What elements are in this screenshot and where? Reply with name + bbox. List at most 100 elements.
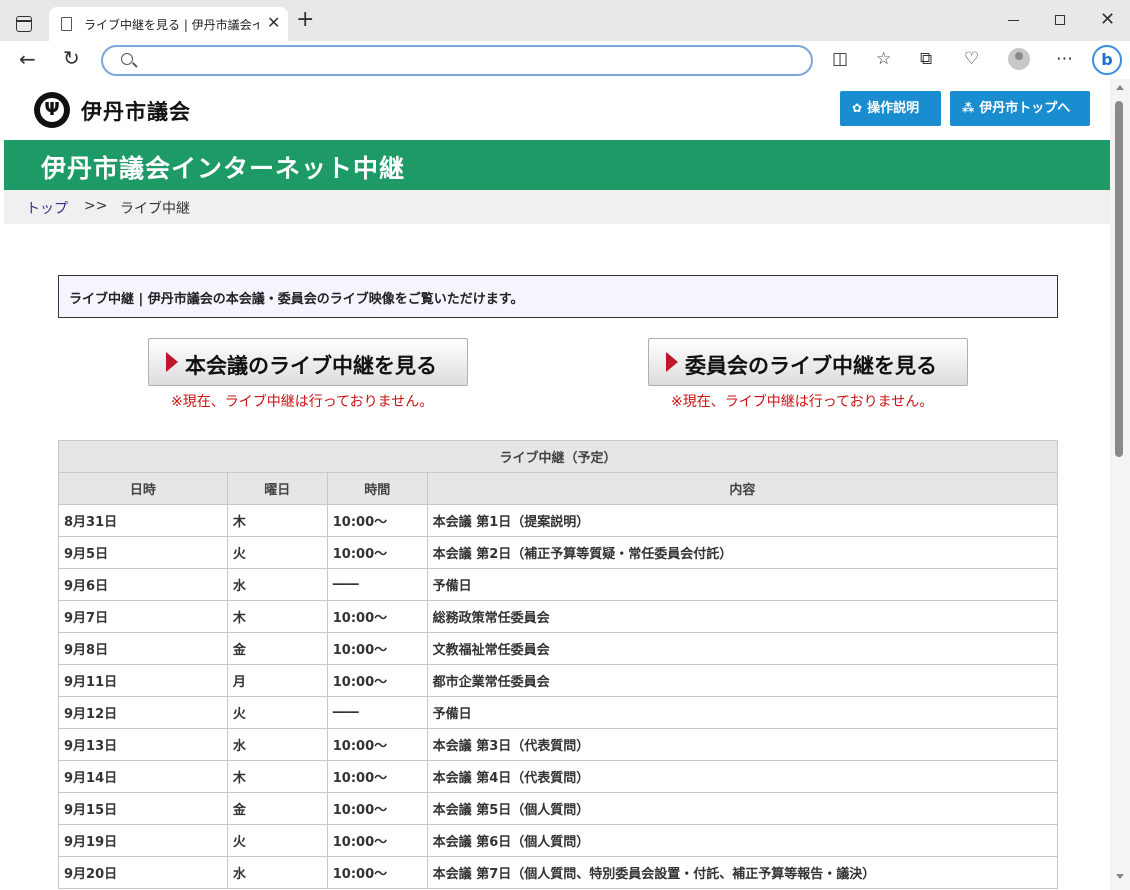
cell-weekday: 火 [226, 824, 328, 857]
play-triangle-icon [666, 352, 678, 372]
site-name[interactable]: 伊丹市議会 [81, 96, 191, 126]
browser-essentials-icon[interactable]: ♡ [964, 49, 979, 69]
cell-weekday: 金 [226, 632, 328, 665]
favorites-star-icon[interactable]: ☆ [876, 49, 891, 69]
cell-weekday: 水 [226, 568, 328, 601]
cell-time: 10:00～ [326, 760, 428, 793]
page-favicon-icon [61, 17, 72, 31]
minimize-icon[interactable] [1008, 20, 1019, 21]
cell-content: 予備日 [426, 568, 1059, 601]
cell-content: 本会議 第1日（提案説明） [426, 504, 1059, 537]
cell-weekday: 水 [226, 728, 328, 761]
more-menu-icon[interactable]: ⋯ [1056, 49, 1073, 69]
cell-weekday: 木 [226, 760, 328, 793]
cell-weekday: 月 [226, 664, 328, 697]
cell-date: 9月6日 [58, 568, 228, 601]
bing-copilot-icon[interactable]: b [1092, 45, 1122, 75]
scroll-up-arrow-icon[interactable] [1116, 85, 1124, 90]
cell-date: 9月5日 [58, 536, 228, 569]
cell-date: 9月11日 [58, 664, 228, 697]
cell-content: 都市企業常任委員会 [426, 664, 1059, 697]
cell-date: 8月31日 [58, 504, 228, 537]
table-row: 9月13日水 10:00～ 本会議 第3日（代表質問） [58, 728, 1059, 761]
browser-tab[interactable]: ライブ中継を見る | 伊丹市議会インタ ✕ [49, 7, 288, 41]
scroll-thumb[interactable] [1115, 101, 1123, 457]
table-row: 9月7日木 10:00～ 総務政策常任委員会 [58, 600, 1059, 633]
back-arrow-icon[interactable]: ← [19, 49, 36, 69]
cell-date: 9月7日 [58, 600, 228, 633]
cell-time: 10:00～ [326, 664, 428, 697]
cell-weekday: 火 [226, 536, 328, 569]
search-icon [121, 53, 133, 65]
gear-icon: ✿ [852, 101, 863, 115]
cell-weekday: 木 [226, 504, 328, 537]
maximize-icon[interactable] [1055, 15, 1065, 25]
schedule-body: 8月31日木 10:00～ 本会議 第1日（提案説明） 9月5日火 10:00～ 本会議 … [58, 504, 1059, 889]
window-close-icon[interactable]: ✕ [1100, 10, 1115, 30]
reload-icon[interactable]: ↻ [63, 48, 80, 68]
city-top-button-label: 伊丹市トップへ [979, 101, 1071, 116]
cell-date: 9月12日 [58, 696, 228, 729]
browser-toolbar: ← ↻ ◫ ☆ ⧉ ♡ ⋯ b [0, 41, 1130, 79]
tab-close-icon[interactable]: ✕ [267, 14, 280, 32]
breadcrumb: トップ >> ライブ中継 [4, 190, 1110, 224]
vertical-scrollbar[interactable] [1110, 79, 1130, 890]
cell-date: 9月20日 [58, 856, 228, 889]
table-row: 9月19日火 10:00～ 本会議 第6日（個人質問） [58, 824, 1059, 857]
cell-weekday: 火 [226, 696, 328, 729]
city-top-button[interactable]: ⁂ 伊丹市トップへ [950, 91, 1090, 126]
city-emblem-logo[interactable] [34, 92, 70, 128]
column-header-weekday: 曜日 [226, 472, 328, 505]
tab-actions-icon[interactable] [16, 16, 32, 32]
committee-live-button-label: 委員会のライブ中継を見る [685, 354, 937, 378]
tab-title: ライブ中継を見る | 伊丹市議会インタ [84, 18, 259, 32]
breadcrumb-separator: >> [84, 198, 108, 214]
play-triangle-icon [166, 352, 178, 372]
browser-tab-bar: ライブ中継を見る | 伊丹市議会インタ ✕ + ✕ [0, 0, 1130, 41]
profile-avatar[interactable] [1008, 48, 1030, 70]
cell-content: 本会議 第5日（個人質問） [426, 792, 1059, 825]
site-banner: 伊丹市議会インターネット中継 [4, 140, 1110, 190]
cell-weekday: 水 [226, 856, 328, 889]
cell-date: 9月15日 [58, 792, 228, 825]
cell-content: 本会議 第2日（補正予算等質疑・常任委員会付託） [426, 536, 1059, 569]
column-header-time: 時間 [326, 472, 428, 505]
committee-live-button[interactable]: 委員会のライブ中継を見る [648, 338, 968, 386]
help-button-label: 操作説明 [867, 101, 920, 116]
plenary-notice: ※現在、ライブ中継は行っておりません。 [171, 394, 434, 410]
live-schedule-table: ライブ中継（予定） 日時 曜日 時間 内容 8月31日木 10:00～ 本会議 第1… [58, 440, 1059, 889]
cell-weekday: 木 [226, 600, 328, 633]
cell-date: 9月13日 [58, 728, 228, 761]
table-row: 9月11日月 10:00～ 都市企業常任委員会 [58, 664, 1059, 697]
split-screen-icon[interactable]: ◫ [832, 49, 848, 69]
table-row: 9月20日水 10:00～ 本会議 第7日（個人質問、特別委員会設置・付託、補正予算… [58, 856, 1059, 889]
cell-content: 本会議 第3日（代表質問） [426, 728, 1059, 761]
table-row: 9月5日火 10:00～ 本会議 第2日（補正予算等質疑・常任委員会付託） [58, 536, 1059, 569]
address-bar[interactable] [101, 45, 813, 76]
cell-time: 10:00～ [326, 536, 428, 569]
cell-date: 9月19日 [58, 824, 228, 857]
cell-time: 10:00～ [326, 792, 428, 825]
cell-content: 総務政策常任委員会 [426, 600, 1059, 633]
plenary-live-button-label: 本会議のライブ中継を見る [185, 354, 437, 378]
intro-box: ライブ中継 | 伊丹市議会の本会議・委員会のライブ映像をご覧いただけます。 [58, 275, 1058, 318]
cell-time: 10:00～ [326, 856, 428, 889]
column-header-content: 内容 [426, 472, 1059, 505]
cell-content: 本会議 第6日（個人質問） [426, 824, 1059, 857]
help-button[interactable]: ✿ 操作説明 [840, 91, 941, 126]
table-row: 9月12日火 ―― 予備日 [58, 696, 1059, 729]
table-row: 9月8日金 10:00～ 文教福祉常任委員会 [58, 632, 1059, 665]
page-viewport: 伊丹市議会 ✿ 操作説明 ⁂ 伊丹市トップへ 伊丹市議会インターネット中継 トップ … [4, 79, 1110, 890]
new-tab-icon[interactable]: + [296, 9, 314, 31]
plenary-live-button[interactable]: 本会議のライブ中継を見る [148, 338, 468, 386]
cell-time: ―― [326, 696, 428, 729]
collections-icon[interactable]: ⧉ [920, 49, 932, 69]
cell-time: 10:00～ [326, 504, 428, 537]
cell-time: 10:00～ [326, 632, 428, 665]
scroll-down-arrow-icon[interactable] [1116, 874, 1124, 879]
table-row: 9月14日木 10:00～ 本会議 第4日（代表質問） [58, 760, 1059, 793]
table-row: 8月31日木 10:00～ 本会議 第1日（提案説明） [58, 504, 1059, 537]
cell-content: 本会議 第7日（個人質問、特別委員会設置・付託、補正予算等報告・議決） [426, 856, 1059, 889]
cell-time: 10:00～ [326, 728, 428, 761]
breadcrumb-top-link[interactable]: トップ [26, 198, 68, 218]
